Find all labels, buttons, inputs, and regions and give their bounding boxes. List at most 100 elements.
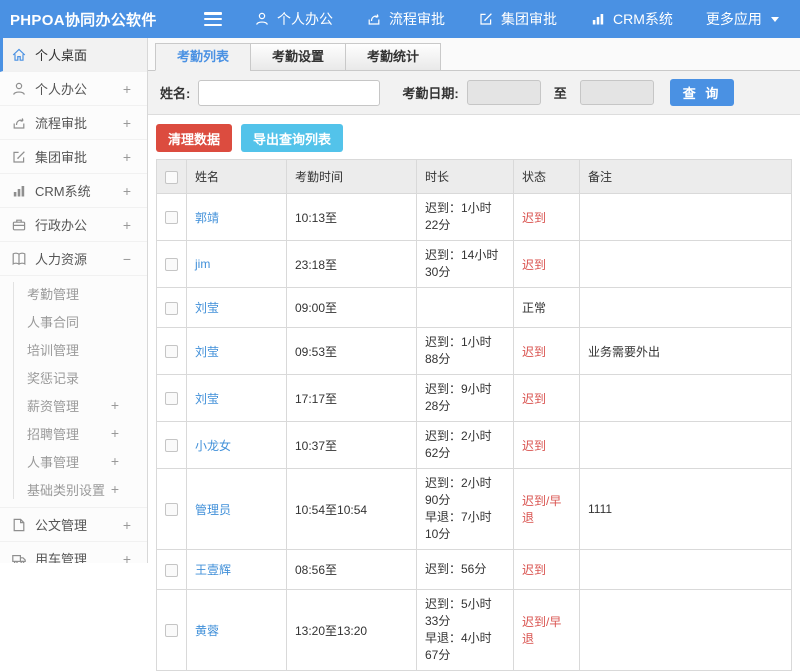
sidebar-item-crm-system[interactable]: CRM系统+ [0, 174, 147, 208]
sidebar-item-human-resources[interactable]: 人力资源− [0, 242, 147, 276]
expand-plus-icon: + [111, 453, 119, 469]
row-checkbox[interactable] [165, 503, 178, 516]
select-all-checkbox[interactable] [165, 171, 178, 184]
name-cell: 黄蓉 [187, 590, 287, 671]
date-from-input[interactable] [467, 80, 541, 105]
row-checkbox[interactable] [165, 302, 178, 315]
sidebar-item-group-approval[interactable]: 集团审批+ [0, 140, 147, 174]
home-icon [11, 47, 27, 63]
expand-plus-icon: + [111, 425, 119, 441]
name-input[interactable] [198, 80, 380, 106]
note-cell [580, 241, 792, 288]
employee-name-link[interactable]: 小龙女 [195, 439, 231, 453]
duration-cell: 迟到：1小时88分 [417, 328, 514, 375]
book-icon [11, 251, 27, 267]
row-checkbox-cell [157, 288, 187, 328]
sidebar-item-personal-desktop[interactable]: 个人桌面 [0, 38, 147, 72]
employee-name-link[interactable]: 郭靖 [195, 211, 219, 225]
sidebar-item-label: 公文管理 [35, 515, 123, 534]
time-cell: 10:54至10:54 [287, 469, 417, 550]
status-cell: 迟到 [514, 194, 580, 241]
sidebar-subitem-hr-contract[interactable]: 人事合同 [0, 307, 147, 335]
tab-attendance-stats[interactable]: 考勤统计 [345, 43, 441, 71]
status-badge: 迟到 [522, 439, 546, 453]
duration-cell: 迟到：5小时33分早退：4小时67分 [417, 590, 514, 671]
sidebar-item-vehicle-mgmt[interactable]: 用车管理+ [0, 542, 147, 563]
nav-item-group-approval[interactable]: 集团审批 [478, 9, 557, 29]
app-brand: PHPOA协同办公软件 [0, 9, 190, 30]
sidebar-subitem-salary-mgmt[interactable]: 薪资管理+ [0, 391, 147, 419]
sidebar-item-label: 用车管理 [35, 549, 123, 563]
sidebar-item-label: 流程审批 [35, 113, 123, 132]
duration-line: 迟到：14小时30分 [425, 247, 505, 281]
tab-attendance-list[interactable]: 考勤列表 [155, 43, 251, 71]
menu-toggle-icon[interactable] [204, 12, 224, 26]
sidebar-item-workflow-approval[interactable]: 流程审批+ [0, 106, 147, 140]
duration-cell: 迟到：14小时30分 [417, 241, 514, 288]
name-cell: 刘莹 [187, 288, 287, 328]
main-content: 考勤列表考勤设置考勤统计 姓名: 考勤日期: 至 查 询 清理数据 导出查询列表… [148, 38, 800, 563]
row-checkbox[interactable] [165, 345, 178, 358]
row-checkbox-cell [157, 469, 187, 550]
duration-line: 迟到：2小时90分 [425, 475, 505, 509]
query-button[interactable]: 查 询 [670, 79, 735, 106]
date-to-input[interactable] [580, 80, 654, 105]
employee-name-link[interactable]: 黄蓉 [195, 624, 219, 638]
duration-line: 早退：7小时10分 [425, 509, 505, 543]
nav-item-personal-office[interactable]: 个人办公 [254, 9, 333, 29]
status-cell: 正常 [514, 288, 580, 328]
nav-item-workflow-approval[interactable]: 流程审批 [366, 9, 445, 29]
duration-cell: 迟到：9小时28分 [417, 375, 514, 422]
nav-item-crm-system[interactable]: CRM系统 [590, 9, 673, 29]
name-cell: 刘莹 [187, 328, 287, 375]
row-checkbox[interactable] [165, 439, 178, 452]
row-checkbox[interactable] [165, 624, 178, 637]
row-checkbox[interactable] [165, 564, 178, 577]
duration-line: 早退：4小时67分 [425, 630, 505, 664]
tab-attendance-settings[interactable]: 考勤设置 [250, 43, 346, 71]
employee-name-link[interactable]: 刘莹 [195, 345, 219, 359]
row-checkbox[interactable] [165, 258, 178, 271]
sidebar-item-admin-office[interactable]: 行政办公+ [0, 208, 147, 242]
table-row: 郭靖10:13至迟到：1小时22分迟到 [157, 194, 792, 241]
employee-name-link[interactable]: 刘莹 [195, 392, 219, 406]
table-row: 黄蓉13:20至13:20迟到：5小时33分早退：4小时67分迟到/早退 [157, 590, 792, 671]
sidebar-item-document-mgmt[interactable]: 公文管理+ [0, 508, 147, 542]
duration-line: 迟到：1小时22分 [425, 200, 505, 234]
sidebar-subitem-personnel-mgmt[interactable]: 人事管理+ [0, 447, 147, 475]
nav-item-more-apps[interactable]: 更多应用 [706, 9, 779, 29]
sidebar-subitem-recruit-mgmt[interactable]: 招聘管理+ [0, 419, 147, 447]
sidebar-item-label: 个人办公 [35, 79, 123, 98]
employee-name-link[interactable]: 管理员 [195, 503, 231, 517]
row-checkbox-cell [157, 328, 187, 375]
process-icon [11, 115, 27, 131]
column-header: 状态 [514, 160, 580, 194]
sidebar-item-personal-office[interactable]: 个人办公+ [0, 72, 147, 106]
employee-name-link[interactable]: 王壹辉 [195, 563, 231, 577]
sidebar-subitem-base-category-settings[interactable]: 基础类别设置+ [0, 475, 147, 503]
note-cell [580, 550, 792, 590]
time-cell: 09:00至 [287, 288, 417, 328]
sidebar-subitem-attendance-mgmt[interactable]: 考勤管理 [0, 279, 147, 307]
export-list-button[interactable]: 导出查询列表 [241, 124, 343, 152]
sidebar-subitem-reward-punish-records[interactable]: 奖惩记录 [0, 363, 147, 391]
time-cell: 08:56至 [287, 550, 417, 590]
employee-name-link[interactable]: 刘莹 [195, 301, 219, 315]
status-cell: 迟到 [514, 422, 580, 469]
time-cell: 09:53至 [287, 328, 417, 375]
column-header: 考勤时间 [287, 160, 417, 194]
process-icon [366, 11, 382, 27]
duration-cell: 迟到：2小时62分 [417, 422, 514, 469]
employee-name-link[interactable]: jim [195, 257, 210, 271]
clean-data-button[interactable]: 清理数据 [156, 124, 232, 152]
row-checkbox[interactable] [165, 392, 178, 405]
duration-line: 迟到：9小时28分 [425, 381, 505, 415]
table-row: 刘莹09:53至迟到：1小时88分迟到业务需要外出 [157, 328, 792, 375]
briefcase-icon [11, 217, 27, 233]
note-cell [580, 375, 792, 422]
name-cell: 刘莹 [187, 375, 287, 422]
row-checkbox[interactable] [165, 211, 178, 224]
column-header: 备注 [580, 160, 792, 194]
nav-item-label: 流程审批 [389, 9, 445, 29]
sidebar-subitem-training-mgmt[interactable]: 培训管理 [0, 335, 147, 363]
